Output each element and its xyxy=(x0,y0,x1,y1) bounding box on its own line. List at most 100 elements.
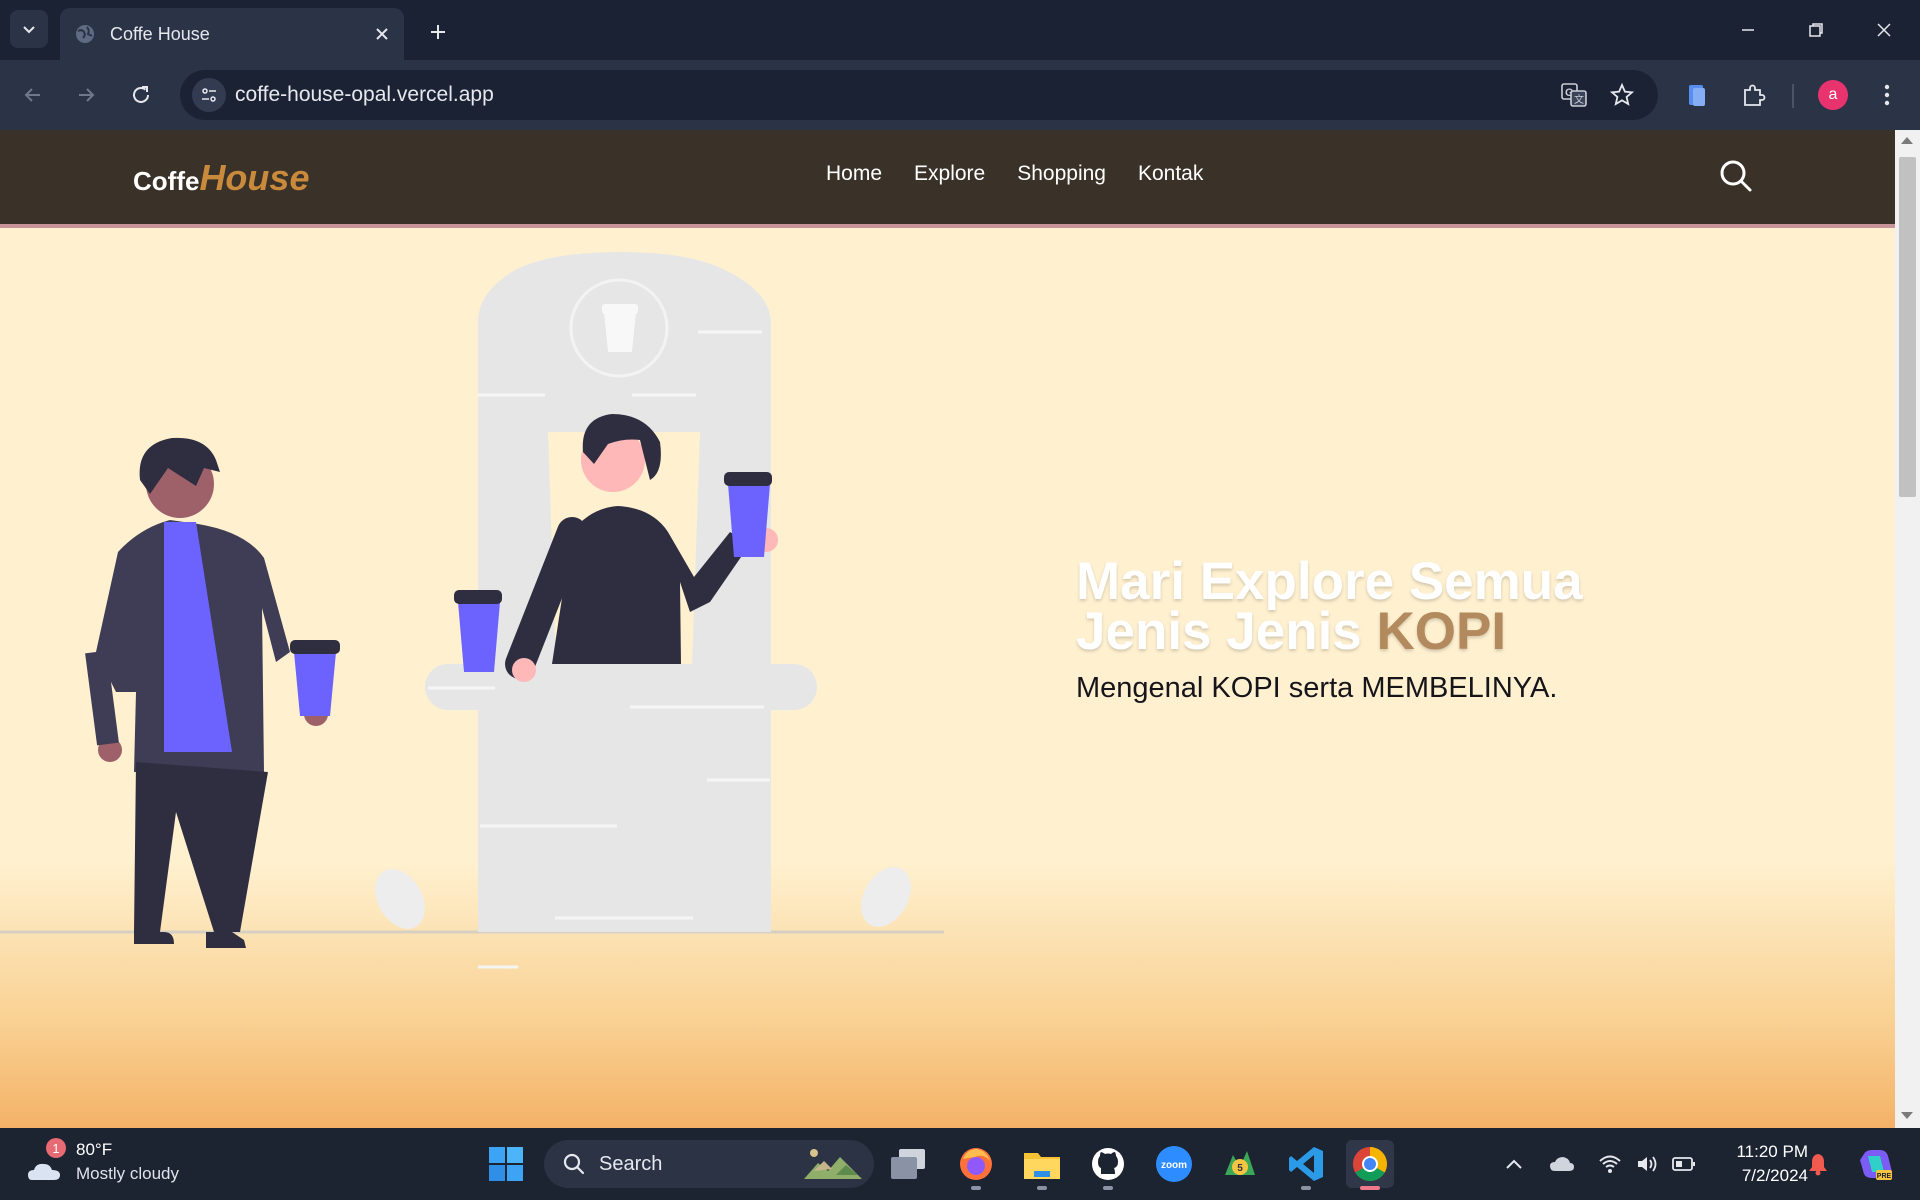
restore-icon xyxy=(1809,23,1823,37)
hero-title-line2: Jenis Jenis xyxy=(1076,602,1377,661)
chevron-up-icon xyxy=(1506,1159,1522,1169)
close-tab-icon[interactable] xyxy=(368,20,396,48)
arrow-left-icon xyxy=(24,88,40,102)
battery-button[interactable] xyxy=(1670,1150,1698,1178)
extensions-button[interactable] xyxy=(1734,76,1772,114)
clock-time: 11:20 PM xyxy=(1736,1142,1808,1161)
browser-tab[interactable]: Coffe House xyxy=(60,8,404,60)
weather-temperature: 80°F xyxy=(76,1140,113,1159)
plus-icon xyxy=(431,25,445,39)
new-tab-button[interactable] xyxy=(420,14,456,50)
copilot-button[interactable]: PRE xyxy=(1856,1144,1896,1184)
address-bar[interactable]: coffe-house-opal.vercel.app G文 xyxy=(180,70,1658,120)
vscode-icon xyxy=(1289,1147,1323,1181)
tab-strip: Coffe House xyxy=(0,0,1920,60)
weather-widget[interactable]: 1 80°F Mostly cloudy xyxy=(24,1138,214,1190)
page-viewport: CoffeHouse Home Explore Shopping Kontak xyxy=(0,130,1920,1128)
taskbar-chrome[interactable] xyxy=(1346,1140,1394,1190)
puzzle-icon xyxy=(1744,84,1766,106)
browser-toolbar: coffe-house-opal.vercel.app G文 a xyxy=(0,60,1920,130)
coffee-shop-illustration xyxy=(0,252,944,969)
task-view-icon xyxy=(891,1149,925,1179)
taskbar-search[interactable]: Search xyxy=(544,1140,874,1188)
globe-icon xyxy=(76,25,94,43)
leaf-right xyxy=(861,867,911,927)
browser-menu-button[interactable] xyxy=(1868,76,1906,114)
close-window-button[interactable] xyxy=(1858,8,1910,52)
task-view-button[interactable] xyxy=(884,1140,932,1188)
reload-button[interactable] xyxy=(120,74,162,116)
nav-link-home[interactable]: Home xyxy=(826,162,882,186)
wifi-button[interactable] xyxy=(1596,1150,1624,1178)
taskbar-zoom[interactable]: zoom xyxy=(1150,1140,1198,1188)
page-scrollbar[interactable] xyxy=(1895,130,1920,1128)
tab-search-button[interactable] xyxy=(10,10,48,48)
search-highlight-icon xyxy=(804,1149,862,1179)
site-info-button[interactable] xyxy=(192,78,226,112)
speaker-icon xyxy=(1638,1156,1657,1172)
nav-link-explore[interactable]: Explore xyxy=(914,162,985,186)
nav-link-shopping[interactable]: Shopping xyxy=(1017,162,1106,186)
running-indicator xyxy=(1301,1186,1311,1190)
taskbar-firefox[interactable] xyxy=(952,1140,1000,1190)
copilot-icon: PRE xyxy=(1860,1150,1892,1180)
forward-button[interactable] xyxy=(65,74,107,116)
running-indicator xyxy=(1037,1186,1047,1190)
site-navbar: CoffeHouse Home Explore Shopping Kontak xyxy=(0,130,1895,228)
hero-title: Mari Explore Semua Jenis Jenis KOPI xyxy=(1076,555,1716,658)
scrollbar-thumb[interactable] xyxy=(1899,157,1916,497)
bell-icon xyxy=(1809,1154,1827,1176)
windows-taskbar: 1 80°F Mostly cloudy Search zoom 5 11:20… xyxy=(0,1128,1920,1200)
scroll-down-arrow[interactable] xyxy=(1901,1112,1913,1119)
google-docs-icon xyxy=(1689,85,1705,106)
tray-overflow-button[interactable] xyxy=(1500,1150,1528,1178)
running-indicator xyxy=(971,1186,981,1190)
nav-link-kontak[interactable]: Kontak xyxy=(1138,162,1203,186)
volume-button[interactable] xyxy=(1634,1150,1662,1178)
minimize-button[interactable] xyxy=(1722,8,1774,52)
notifications-button[interactable] xyxy=(1804,1150,1832,1178)
toolbar-divider xyxy=(1792,84,1794,108)
minimize-icon xyxy=(1742,29,1754,31)
scroll-up-arrow[interactable] xyxy=(1901,137,1913,144)
translate-button[interactable]: G文 xyxy=(1558,79,1590,111)
svg-text:文: 文 xyxy=(1574,93,1584,106)
more-vert-icon xyxy=(1884,84,1890,106)
close-icon xyxy=(1877,23,1891,37)
chrome-icon xyxy=(1353,1147,1387,1181)
profile-avatar[interactable]: a xyxy=(1818,80,1848,110)
chevron-down-icon xyxy=(23,26,35,34)
svg-text:5: 5 xyxy=(1237,1163,1243,1174)
taskbar-metatrader[interactable]: 5 xyxy=(1216,1140,1264,1188)
github-icon xyxy=(1092,1148,1124,1180)
back-button[interactable] xyxy=(12,74,54,116)
taskbar-vscode[interactable] xyxy=(1282,1140,1330,1190)
taskbar-file-explorer[interactable] xyxy=(1018,1140,1066,1190)
firefox-icon xyxy=(960,1148,992,1180)
tab-title: Coffe House xyxy=(110,23,210,44)
onedrive-button[interactable] xyxy=(1548,1150,1576,1178)
clock-date: 7/2/2024 xyxy=(1741,1166,1808,1185)
reading-list-button[interactable] xyxy=(1678,76,1716,114)
restore-button[interactable] xyxy=(1790,8,1842,52)
taskbar-github[interactable] xyxy=(1084,1140,1132,1190)
windows-start-icon xyxy=(489,1147,523,1181)
running-indicator xyxy=(1103,1186,1113,1190)
logo-text-coffe: Coffe xyxy=(133,166,200,196)
zoom-icon: zoom xyxy=(1156,1146,1192,1182)
search-icon[interactable] xyxy=(1718,158,1754,194)
url-text[interactable]: coffe-house-opal.vercel.app xyxy=(235,83,494,107)
start-button[interactable] xyxy=(482,1140,530,1188)
hero-section: Mari Explore Semua Jenis Jenis KOPI Meng… xyxy=(0,232,1895,1128)
tune-icon xyxy=(202,88,216,102)
translate-icon: G文 xyxy=(1561,83,1587,107)
svg-text:PRE: PRE xyxy=(1877,1173,1892,1180)
hero-title-accent: KOPI xyxy=(1376,602,1507,661)
wifi-icon xyxy=(1599,1155,1621,1173)
taskbar-clock[interactable]: 11:20 PM 7/2/2024 xyxy=(1708,1140,1808,1188)
site-logo[interactable]: CoffeHouse xyxy=(133,157,309,199)
logo-text-house: House xyxy=(199,157,310,198)
hero-subtitle: Mengenal KOPI serta MEMBELINYA. xyxy=(1076,672,1558,704)
bookmark-button[interactable] xyxy=(1606,79,1638,111)
site-menu: Home Explore Shopping Kontak xyxy=(826,162,1203,186)
